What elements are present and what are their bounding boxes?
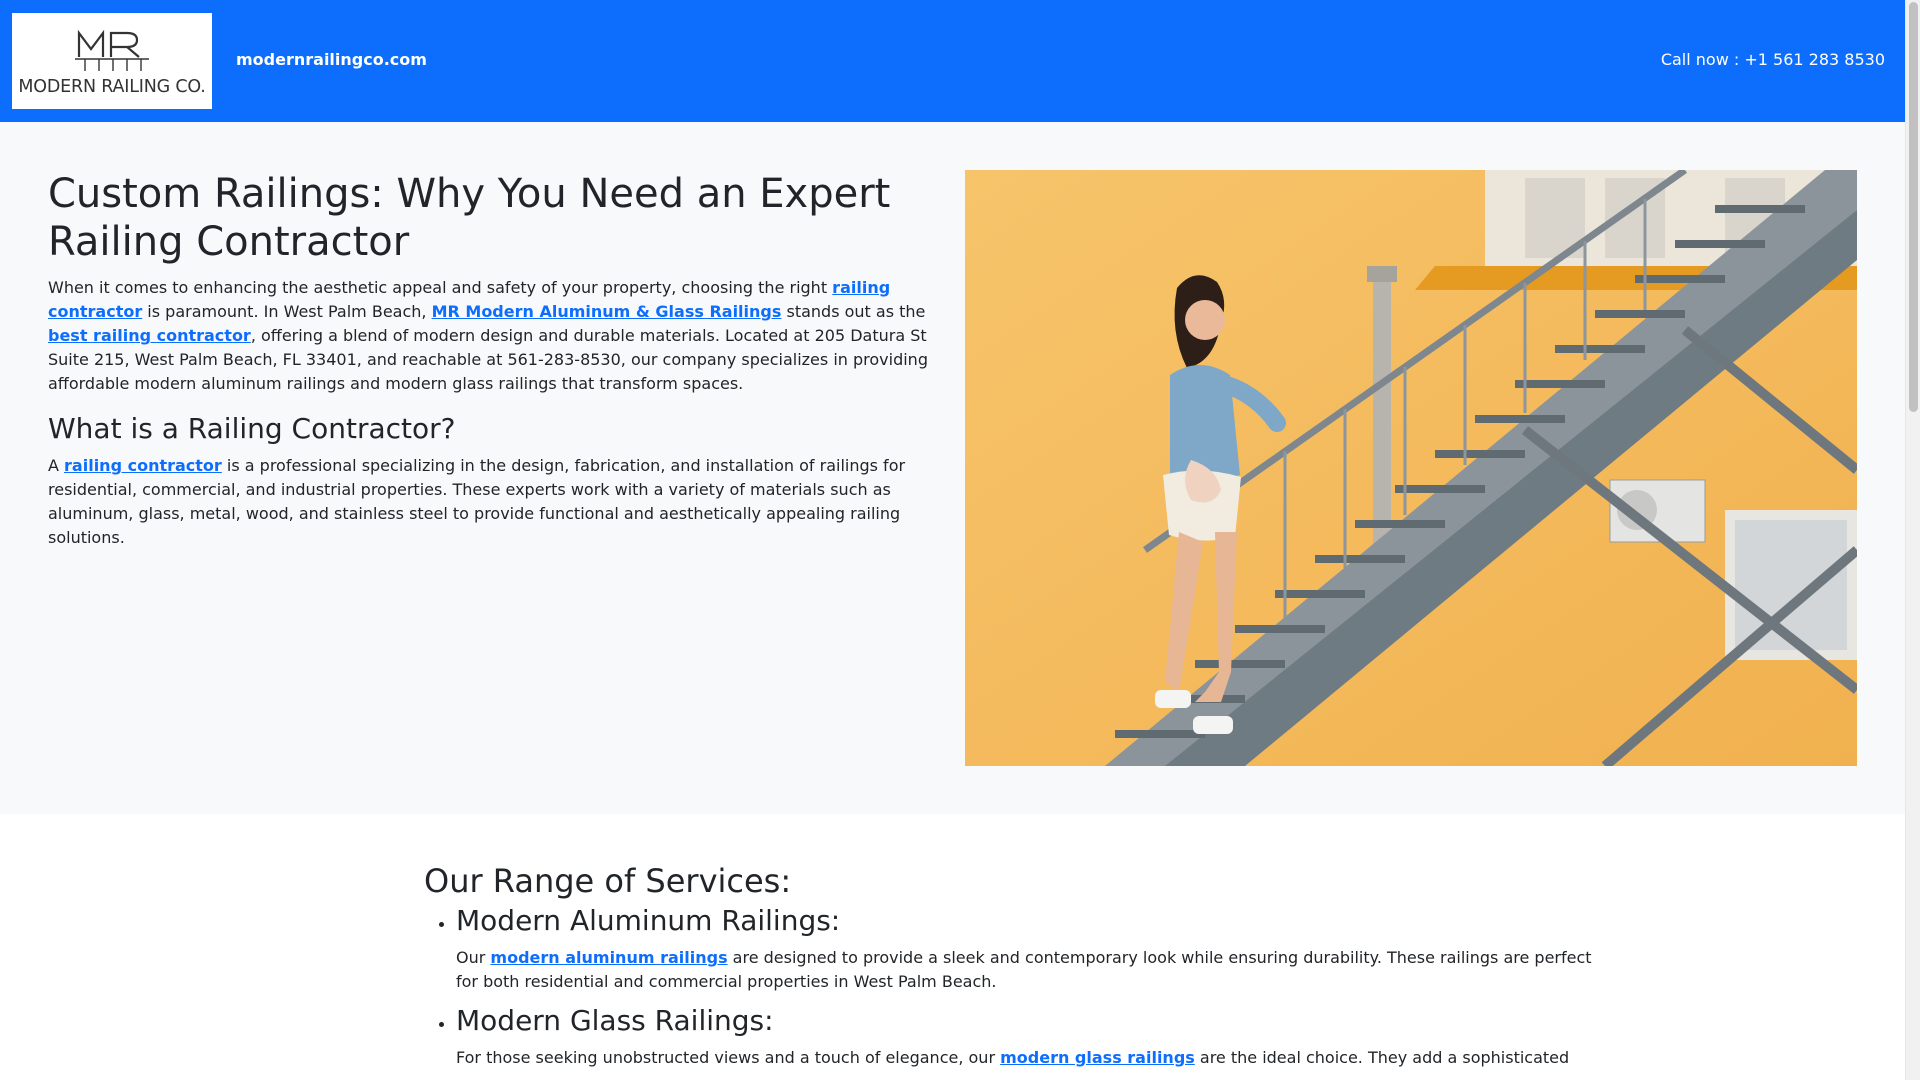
site-name-link[interactable]: modernrailingco.com [236, 50, 427, 69]
intro-text-2: is paramount. In West Palm Beach, [142, 302, 432, 321]
service-aluminum-text-1: Our [456, 948, 491, 967]
service-glass-text-1: For those seeking unobstructed views and… [456, 1048, 1001, 1067]
site-logo[interactable]: MODERN RAILING CO. [12, 13, 212, 109]
what-text-1: A [48, 456, 65, 475]
hero-image [965, 170, 1857, 766]
service-glass-text-2: are the ideal choice. They add a sophist… [1194, 1048, 1570, 1067]
vertical-scrollbar[interactable] [1905, 0, 1920, 1080]
services-list: Modern Aluminum Railings: Our modern alu… [424, 904, 1604, 1070]
intro-paragraph: When it comes to enhancing the aesthetic… [48, 276, 930, 396]
services-section: Our Range of Services: Modern Aluminum R… [424, 862, 1604, 1080]
company-link[interactable]: MR Modern Aluminum & Glass Railings [432, 302, 782, 321]
service-text-aluminum: Our modern aluminum railings are designe… [456, 946, 1604, 994]
hero-section: Custom Railings: Why You Need an Expert … [0, 122, 1905, 814]
what-is-paragraph: A railing contractor is a professional s… [48, 454, 930, 550]
call-now-link[interactable]: Call now : +1 561 283 8530 [1661, 50, 1885, 69]
service-item-glass: Modern Glass Railings: For those seeking… [456, 1004, 1604, 1070]
service-heading-aluminum: Modern Aluminum Railings: [456, 904, 841, 937]
intro-text-1: When it comes to enhancing the aesthetic… [48, 278, 833, 297]
staircase-photo [965, 170, 1857, 766]
page-title: Custom Railings: Why You Need an Expert … [48, 171, 891, 265]
what-is-heading: What is a Railing Contractor? [48, 412, 456, 445]
service-heading-glass: Modern Glass Railings: [456, 1004, 774, 1037]
modern-aluminum-railings-link[interactable]: modern aluminum railings [490, 948, 727, 967]
page: MODERN RAILING CO. modernrailingco.com C… [0, 0, 1920, 1080]
logo-mr-mark-icon [75, 29, 149, 71]
railing-contractor-link-2[interactable]: railing contractor [64, 456, 222, 475]
site-header: MODERN RAILING CO. modernrailingco.com C… [0, 0, 1905, 122]
best-railing-contractor-link[interactable]: best railing contractor [48, 326, 251, 345]
services-heading: Our Range of Services: [424, 862, 792, 900]
logo-text: MODERN RAILING CO. [18, 77, 206, 97]
intro-text-3: stands out as the [781, 302, 926, 321]
modern-glass-railings-link[interactable]: modern glass railings [1000, 1048, 1195, 1067]
scrollbar-thumb[interactable] [1909, 2, 1918, 412]
service-text-glass: For those seeking unobstructed views and… [456, 1046, 1604, 1070]
hero-text: Custom Railings: Why You Need an Expert … [48, 170, 930, 550]
service-item-aluminum: Modern Aluminum Railings: Our modern alu… [456, 904, 1604, 994]
